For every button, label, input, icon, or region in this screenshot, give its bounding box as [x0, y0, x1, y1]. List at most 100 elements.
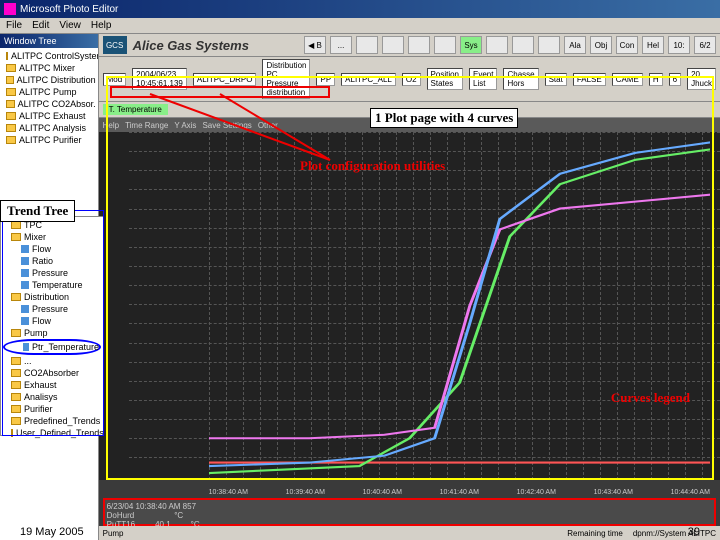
- folder-icon: [6, 52, 8, 60]
- plot-tb-item[interactable]: Time Range: [125, 121, 168, 130]
- info-row: Mod2004/06/23 10:45:61.139ALITPC_DRPODis…: [99, 57, 720, 102]
- toolbar-btn[interactable]: 10:: [668, 36, 690, 54]
- tree2-item[interactable]: Flow: [3, 315, 101, 327]
- plot-area: HelpTime RangeY AxisSave SettingsOther 8…: [99, 118, 720, 540]
- toolbar-btn[interactable]: [486, 36, 508, 54]
- plot-tb-item[interactable]: Other: [258, 121, 278, 130]
- info-cell: PP: [316, 73, 335, 86]
- folder-icon: [6, 136, 16, 144]
- menu-edit[interactable]: Edit: [32, 20, 49, 31]
- plot-tb-item[interactable]: Y Axis: [174, 121, 196, 130]
- titlebar: Microsoft Photo Editor: [0, 0, 720, 18]
- info-cell: FALSE: [573, 73, 606, 86]
- plot-toolbar: Help Time Range Y Axis Save Settings Other: [99, 118, 720, 132]
- tree2-item[interactable]: Distribution: [3, 291, 101, 303]
- xtick: 10:44:40 AM: [671, 489, 710, 496]
- folder-icon: [6, 88, 16, 96]
- tree2-item[interactable]: User_Defined_Trends: [3, 427, 101, 439]
- tree2-item[interactable]: Exhaust: [3, 379, 101, 391]
- folder-icon: [6, 112, 16, 120]
- side-title: Window Tree: [0, 34, 98, 48]
- folder-icon: [11, 405, 21, 413]
- tree-item[interactable]: ALITPC Purifier: [2, 134, 96, 146]
- legend-date: 6/23/04 10:38:40 AM 857: [107, 502, 712, 511]
- tree-item[interactable]: ALITPC Mixer: [2, 62, 96, 74]
- xaxis: 10:38:40 AM10:39:40 AM10:40:40 AM10:41:4…: [209, 489, 710, 496]
- menu-help[interactable]: Help: [91, 20, 112, 31]
- xtick: 10:38:40 AM: [209, 489, 248, 496]
- tree2-item[interactable]: CO2Absorber: [3, 367, 101, 379]
- tree2-item[interactable]: Ratio: [3, 255, 101, 267]
- toolbar-btn[interactable]: Obj: [590, 36, 612, 54]
- toolbar-btn[interactable]: [434, 36, 456, 54]
- tree2-item[interactable]: ...: [3, 355, 101, 367]
- toolbar-btn[interactable]: [408, 36, 430, 54]
- tree-item[interactable]: ALITPC CO2Absor.: [2, 98, 96, 110]
- toolbar-btn[interactable]: Con: [616, 36, 638, 54]
- xtick: 10:39:40 AM: [286, 489, 325, 496]
- plot-icon: [21, 317, 29, 325]
- folder-icon: [11, 329, 21, 337]
- tree2-item[interactable]: Flow: [3, 243, 101, 255]
- plot-title-row: T. Temperature: [99, 102, 720, 118]
- plot-tb-item[interactable]: Help: [103, 121, 119, 130]
- toolbar-btn[interactable]: Hel: [642, 36, 664, 54]
- plot-tb-item[interactable]: Save Settings: [202, 121, 251, 130]
- tree2-item[interactable]: Pressure: [3, 267, 101, 279]
- footer-page: 39: [688, 526, 700, 538]
- info-cell: H: [649, 73, 663, 86]
- folder-icon: [11, 293, 21, 301]
- tree-item[interactable]: ALITPC Exhaust: [2, 110, 96, 122]
- toolbar-btn[interactable]: [382, 36, 404, 54]
- info-cell: 20 Jhuck: [687, 68, 716, 90]
- plot-icon: [23, 343, 29, 351]
- xtick: 10:40:40 AM: [363, 489, 402, 496]
- toolbar-btn[interactable]: [356, 36, 378, 54]
- folder-icon: [6, 76, 14, 84]
- info-cell: Mod: [103, 73, 127, 86]
- tree2-item[interactable]: Temperature: [3, 279, 101, 291]
- tree2-item[interactable]: Ptr_Temperature: [3, 339, 101, 355]
- info-cell: 2004/06/23 10:45:61.139: [132, 68, 187, 90]
- toolbar-btn[interactable]: 6/2: [694, 36, 716, 54]
- toolbar-btn[interactable]: [538, 36, 560, 54]
- tree2-item[interactable]: Analisys: [3, 391, 101, 403]
- tree: ALITPC ControlSystemsALITPC MixerALITPC …: [0, 48, 98, 148]
- main: Window Tree ALITPC ControlSystemsALITPC …: [0, 34, 720, 540]
- folder-icon: [11, 417, 21, 425]
- tree2-root[interactable]: TPC: [3, 219, 101, 231]
- tree2-item[interactable]: Purifier: [3, 403, 101, 415]
- menu-view[interactable]: View: [59, 20, 81, 31]
- menu-file[interactable]: File: [6, 20, 22, 31]
- footer-date: 19 May 2005: [20, 526, 84, 538]
- tree-item[interactable]: ALITPC ControlSystems: [2, 50, 96, 62]
- toolbar-btn[interactable]: ◀ B: [304, 36, 326, 54]
- legend: 6/23/04 10:38:40 AM 857DoHurd°CPuTT1640.…: [103, 498, 716, 526]
- toolbar-btn[interactable]: Sys: [460, 36, 482, 54]
- tree2-item[interactable]: Pump: [3, 327, 101, 339]
- tree2-item[interactable]: Predefined_Trends: [3, 415, 101, 427]
- toolbar-btn[interactable]: [512, 36, 534, 54]
- tree-item[interactable]: ALITPC Analysis: [2, 122, 96, 134]
- gcs-logo: GCS: [103, 36, 127, 54]
- status-obj: dpnm://System ALITPC: [633, 529, 716, 538]
- info-cell: Chasse Hors: [503, 68, 538, 90]
- toolbar-btn[interactable]: Ala: [564, 36, 586, 54]
- status-pump: Pump: [103, 529, 124, 538]
- tree2-item[interactable]: Pressure: [3, 303, 101, 315]
- toolbar: ◀ B... Sys AlaObjConHel10:6/2: [304, 36, 716, 54]
- folder-icon: [6, 100, 15, 108]
- folder-icon: [11, 381, 21, 389]
- folder-icon: [11, 393, 21, 401]
- toolbar-btn[interactable]: ...: [330, 36, 352, 54]
- tree-item[interactable]: ALITPC Distribution: [2, 74, 96, 86]
- app-title: Alice Gas Systems: [133, 38, 249, 53]
- plot-icon: [21, 245, 29, 253]
- plot-icon: [21, 281, 29, 289]
- info-cell: 6: [669, 73, 681, 86]
- app-name: Microsoft Photo Editor: [20, 4, 118, 15]
- folder-icon: [6, 64, 16, 72]
- tree-item[interactable]: ALITPC Pump: [2, 86, 96, 98]
- tree2-item[interactable]: Mixer: [3, 231, 101, 243]
- info-cell: CAME: [612, 73, 643, 86]
